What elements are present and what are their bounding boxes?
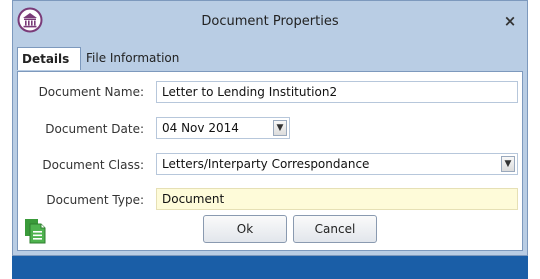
document-class-value: Letters/Interparty Correspondance [162, 157, 370, 171]
background-right [528, 0, 540, 279]
document-properties-dialog: Document Properties × Details File Infor… [12, 0, 528, 256]
chevron-down-icon[interactable]: ▼ [273, 120, 287, 136]
ok-button[interactable]: Ok [203, 215, 287, 243]
cancel-button[interactable]: Cancel [293, 215, 377, 243]
dialog-title: Document Properties [201, 14, 339, 29]
document-name-label: Document Name: [38, 85, 144, 99]
background-left [0, 0, 12, 279]
document-class-label: Document Class: [42, 158, 144, 172]
chevron-down-icon[interactable]: ▼ [501, 156, 515, 172]
tab-details[interactable]: Details [17, 47, 81, 70]
details-panel: Document Name: Letter to Lending Institu… [17, 71, 523, 251]
title-bar: Document Properties × [13, 1, 527, 45]
document-copy-icon[interactable] [24, 218, 46, 244]
document-type-label: Document Type: [46, 193, 144, 207]
parent-window-backdrop [12, 256, 528, 279]
close-button[interactable]: × [501, 12, 519, 30]
document-type-field: Document [156, 188, 518, 210]
tab-file-information[interactable]: File Information [82, 47, 192, 70]
document-name-field[interactable]: Letter to Lending Institution2 [156, 81, 518, 103]
document-class-dropdown[interactable]: Letters/Interparty Correspondance ▼ [156, 153, 518, 175]
document-date-label: Document Date: [45, 122, 144, 136]
document-date-value: 04 Nov 2014 [162, 121, 239, 135]
document-date-dropdown[interactable]: 04 Nov 2014 ▼ [156, 117, 290, 139]
